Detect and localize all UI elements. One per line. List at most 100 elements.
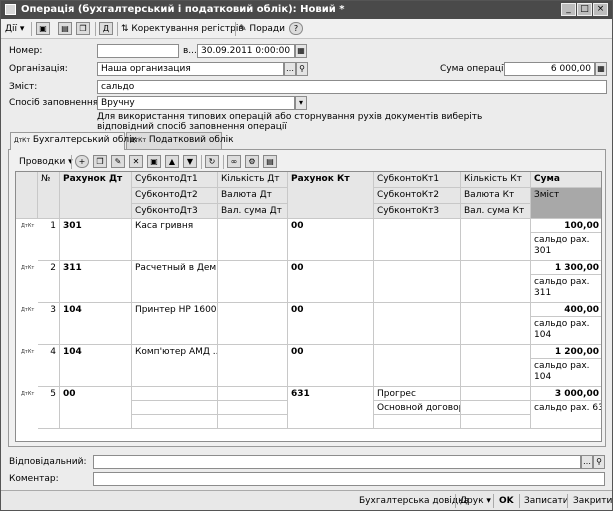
header-subconto-dt3[interactable]: СубконтоДт3 (132, 204, 218, 219)
row-content[interactable]: сальдо рах. 301 (531, 233, 601, 261)
row-num[interactable]: 3 (38, 303, 60, 345)
save-button[interactable]: Записати (524, 494, 569, 508)
header-subconto-dt1[interactable]: СубконтоДт1 (132, 172, 218, 188)
refresh-icon[interactable]: ↻ (205, 155, 219, 168)
organization-field[interactable]: Наша организация (97, 62, 284, 76)
row-account-dt[interactable]: 301 (60, 219, 132, 261)
row-currency-kt[interactable] (461, 401, 531, 415)
print-menu[interactable]: Друк ▾ (460, 494, 491, 508)
close-form-button[interactable]: Закрити (573, 494, 612, 508)
link-icon[interactable]: ∞ (227, 155, 241, 168)
maximize-button[interactable]: □ (577, 3, 592, 16)
row-account-kt[interactable]: 00 (288, 303, 374, 345)
content-field[interactable]: сальдо (97, 80, 607, 94)
row-quantity-dt[interactable] (218, 387, 288, 401)
row-sum[interactable]: 400,00 (531, 303, 601, 317)
row-sum[interactable]: 3 000,00 (531, 387, 601, 401)
minimize-button[interactable]: _ (561, 3, 576, 16)
header-sum[interactable]: Сума (531, 172, 601, 188)
open-search-icon[interactable]: ⚲ (296, 62, 308, 76)
end-edit-icon[interactable]: ▣ (147, 155, 161, 168)
select-ellipsis-icon[interactable]: … (284, 62, 296, 76)
row-subconto-kt1[interactable]: Прогрес (374, 387, 461, 401)
row-quantity-dt[interactable] (218, 261, 288, 303)
row-account-dt[interactable]: 104 (60, 345, 132, 387)
header-subconto-dt2[interactable]: СубконтоДт2 (132, 188, 218, 204)
move-up-icon[interactable]: ▲ (165, 155, 179, 168)
row-subconto-kt3[interactable] (374, 415, 461, 429)
row-account-dt[interactable]: 104 (60, 303, 132, 345)
open-search-icon[interactable]: ⚲ (593, 455, 605, 469)
select-ellipsis-icon[interactable]: … (581, 455, 593, 469)
ok-button[interactable]: OK (499, 494, 514, 508)
row-quantity-dt[interactable] (218, 303, 288, 345)
print-grid-icon[interactable]: ▤ (263, 155, 277, 168)
row-subconto-dt1[interactable]: Комп'ютер АМД ... (132, 345, 218, 387)
row-quantity-dt[interactable] (218, 219, 288, 261)
row-num[interactable]: 5 (38, 387, 60, 429)
date-field[interactable]: 30.09.2011 0:00:00 (197, 44, 295, 58)
calendar-icon[interactable]: ▦ (295, 44, 307, 58)
responsible-field[interactable] (93, 455, 581, 469)
row-content[interactable]: сальдо рах. 104 (531, 317, 601, 345)
register-corrections-button[interactable]: ⇅ Коректування регістрів (121, 21, 244, 37)
amount-field[interactable]: 6 000,00 (504, 62, 595, 76)
row-subconto-dt1[interactable]: Принтер HP 1600 (132, 303, 218, 345)
header-currency-kt[interactable]: Валюта Кт (461, 188, 531, 204)
row-quantity-kt[interactable] (461, 387, 531, 401)
row-subconto-kt2[interactable]: Основной договор (374, 401, 461, 415)
row-account-kt[interactable]: 00 (288, 219, 374, 261)
accounting-report-button[interactable]: Бухгалтерська довідка (359, 494, 469, 508)
row-sum[interactable]: 1 300,00 (531, 261, 601, 275)
row-num[interactable]: 2 (38, 261, 60, 303)
row-quantity-kt[interactable] (461, 219, 531, 261)
row-quantity-kt[interactable] (461, 345, 531, 387)
movements-icon[interactable]: Д (99, 22, 113, 35)
row-account-kt[interactable]: 00 (288, 261, 374, 303)
header-subconto-kt3[interactable]: СубконтоКт3 (374, 204, 461, 219)
row-num[interactable]: 4 (38, 345, 60, 387)
number-field[interactable] (97, 44, 179, 58)
add-icon[interactable]: + (75, 155, 89, 168)
row-sum[interactable]: 1 200,00 (531, 345, 601, 359)
save-icon[interactable]: ▣ (36, 22, 50, 35)
header-content[interactable]: Зміст (531, 188, 601, 219)
copy-row-icon[interactable]: ❐ (93, 155, 107, 168)
header-account-kt[interactable]: Рахунок Кт (288, 172, 374, 219)
postings-table[interactable]: № Рахунок Дт СубконтоДт1 СубконтоДт2 Суб… (15, 171, 602, 442)
row-currency-sum-kt[interactable] (461, 415, 531, 429)
tips-button[interactable]: ✎ Поради (239, 21, 285, 37)
row-subconto-kt1[interactable] (374, 261, 461, 303)
calculator-icon[interactable]: ▦ (595, 62, 607, 76)
row-account-kt[interactable]: 00 (288, 345, 374, 387)
move-down-icon[interactable]: ▼ (183, 155, 197, 168)
row-subconto-kt1[interactable] (374, 345, 461, 387)
row-currency-dt[interactable] (218, 401, 288, 415)
header-currency-sum-kt[interactable]: Вал. сума Кт (461, 204, 531, 219)
row-subconto-dt1[interactable] (132, 387, 218, 401)
row-quantity-dt[interactable] (218, 345, 288, 387)
row-quantity-kt[interactable] (461, 261, 531, 303)
comment-field[interactable] (93, 472, 605, 486)
row-content[interactable]: сальдо рах. 104 (531, 359, 601, 387)
chevron-down-icon[interactable]: ▾ (295, 96, 307, 110)
copy-icon[interactable]: ❐ (76, 22, 90, 35)
actions-menu[interactable]: Дії ▾ (5, 21, 24, 37)
row-subconto-dt1[interactable]: Каса гривня (132, 219, 218, 261)
row-subconto-dt3[interactable] (132, 415, 218, 429)
close-button[interactable]: × (593, 3, 608, 16)
row-subconto-dt2[interactable] (132, 401, 218, 415)
delete-icon[interactable]: ✕ (129, 155, 143, 168)
row-account-kt[interactable]: 631 (288, 387, 374, 429)
tab-tax[interactable]: ДтКт Податковий облік (126, 132, 234, 149)
row-sum[interactable]: 100,00 (531, 219, 601, 233)
header-num[interactable]: № (38, 172, 60, 219)
postings-menu[interactable]: Проводки ▾ (19, 154, 73, 170)
row-subconto-dt1[interactable]: Расчетный в Дем... (132, 261, 218, 303)
row-subconto-kt1[interactable] (374, 303, 461, 345)
settings-icon[interactable]: ⚙ (245, 155, 259, 168)
row-num[interactable]: 1 (38, 219, 60, 261)
row-quantity-kt[interactable] (461, 303, 531, 345)
header-quantity-dt[interactable]: Кількість Дт (218, 172, 288, 188)
post-icon[interactable]: ▤ (58, 22, 72, 35)
